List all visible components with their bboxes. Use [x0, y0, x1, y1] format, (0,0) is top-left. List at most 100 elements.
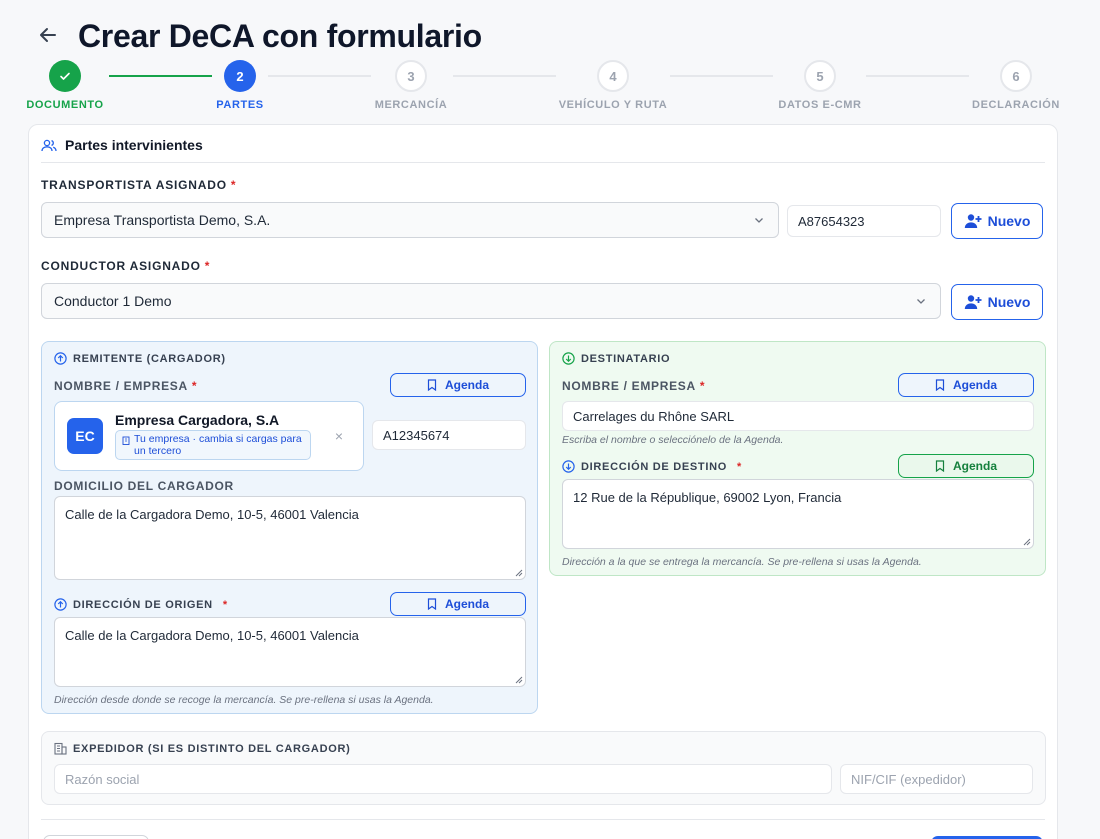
transportista-label: TRANSPORTISTA ASIGNADO * [41, 178, 236, 192]
destinatario-name-hint: Escriba el nombre o selecciónelo de la A… [562, 434, 784, 446]
transportista-label-text: TRANSPORTISTA ASIGNADO [41, 178, 227, 192]
check-icon [60, 72, 70, 80]
conductor-select[interactable]: Conductor 1 Demo [41, 283, 941, 319]
add-user-icon [964, 295, 982, 309]
step-2-label: PARTES [216, 99, 264, 111]
origen-textarea[interactable]: Calle de la Cargadora Demo, 10-5, 46001 … [54, 617, 526, 687]
company-tag: Tu empresa · cambia si cargas para un te… [115, 430, 311, 460]
origen-value: Calle de la Cargadora Demo, 10-5, 46001 … [65, 628, 359, 643]
remitente-title-text: REMITENTE (CARGADOR) [73, 352, 226, 365]
step-connector [268, 75, 371, 77]
company-avatar: EC [67, 418, 103, 454]
domicilio-label: DOMICILIO DEL CARGADOR [54, 479, 234, 493]
page-header: Crear DeCA con formulario [38, 16, 482, 56]
step-3-label: MERCANCÍA [374, 99, 448, 111]
card-header: Partes intervinientes [41, 137, 1045, 163]
expedidor-title: EXPEDIDOR (SI ES DISTINTO DEL CARGADOR) [54, 742, 350, 755]
destinatario-name-label-text: NOMBRE / EMPRESA [562, 379, 696, 393]
expedidor-panel: EXPEDIDOR (SI ES DISTINTO DEL CARGADOR) … [41, 731, 1046, 805]
building-icon [122, 436, 130, 445]
resize-handle-icon[interactable] [1023, 538, 1031, 546]
remitente-nif-input[interactable]: A12345674 [372, 420, 526, 450]
expedidor-title-text: EXPEDIDOR (SI ES DISTINTO DEL CARGADOR) [73, 742, 351, 755]
resize-handle-icon[interactable] [515, 569, 523, 577]
bookmark-icon [427, 379, 437, 391]
footer-divider [41, 819, 1045, 820]
transportista-selected-value: Empresa Transportista Demo, S.A. [54, 212, 271, 228]
page-title: Crear DeCA con formulario [78, 17, 482, 54]
remitente-name-label-text: NOMBRE / EMPRESA [54, 379, 188, 393]
arrow-down-circle-icon [562, 460, 575, 473]
new-conductor-button[interactable]: Nuevo [951, 284, 1043, 320]
required-mark: * [699, 379, 706, 393]
expedidor-nif-input[interactable]: NIF/CIF (expedidor) [840, 764, 1033, 794]
arrow-up-circle-icon [54, 598, 67, 611]
destinatario-title-text: DESTINATARIO [581, 352, 671, 365]
origen-label-text: DIRECCIÓN DE ORIGEN [73, 598, 213, 611]
bookmark-icon [935, 460, 945, 472]
origen-agenda-button[interactable]: Agenda [390, 592, 526, 616]
resize-handle-icon[interactable] [515, 676, 523, 684]
origen-hint: Dirección desde donde se recoge la merca… [54, 694, 434, 706]
expedidor-razon-input[interactable]: Razón social [54, 764, 832, 794]
step-5-label: DATOS E-CMR [778, 99, 862, 111]
remitente-panel: REMITENTE (CARGADOR) NOMBRE / EMPRESA * A… [41, 341, 538, 714]
destino-agenda-label: Agenda [952, 459, 997, 473]
step-6-label: DECLARACIÓN [972, 99, 1060, 111]
step-connector [866, 75, 969, 77]
chevron-down-icon [917, 299, 925, 304]
remitente-agenda-label: Agenda [444, 378, 489, 392]
destino-textarea[interactable]: 12 Rue de la République, 69002 Lyon, Fra… [562, 479, 1034, 549]
destinatario-panel: DESTINATARIO NOMBRE / EMPRESA * Agenda Ca… [549, 341, 1046, 576]
domicilio-value: Calle de la Cargadora Demo, 10-5, 46001 … [65, 507, 359, 522]
required-mark: * [230, 178, 237, 192]
destinatario-agenda-button[interactable]: Agenda [898, 373, 1034, 397]
card-title: Partes intervinientes [65, 137, 203, 153]
bookmark-icon [935, 379, 945, 391]
new-transportista-button[interactable]: Nuevo [951, 203, 1043, 239]
step-4-label: VEHÍCULO Y RUTA [558, 99, 668, 111]
step-1-circle[interactable] [49, 60, 81, 92]
remitente-company-card[interactable]: EC Empresa Cargadora, S.A Tu empresa · c… [54, 401, 364, 471]
step-connector [453, 75, 556, 77]
remove-company-icon[interactable]: × [335, 428, 343, 444]
conductor-label: CONDUCTOR ASIGNADO * [41, 259, 210, 273]
domicilio-textarea[interactable]: Calle de la Cargadora Demo, 10-5, 46001 … [54, 496, 526, 580]
users-icon [41, 139, 57, 152]
remitente-title: REMITENTE (CARGADOR) [54, 352, 226, 365]
step-1-label: DOCUMENTO [26, 99, 104, 111]
parties-card: Partes intervinientes TRANSPORTISTA ASIG… [28, 124, 1058, 839]
destinatario-name-label: NOMBRE / EMPRESA * [562, 379, 705, 393]
remitente-agenda-button[interactable]: Agenda [390, 373, 526, 397]
step-2-circle[interactable]: 2 [224, 60, 256, 92]
origen-label: DIRECCIÓN DE ORIGEN * [54, 598, 228, 611]
destinatario-agenda-label: Agenda [952, 378, 997, 392]
arrow-down-circle-icon [562, 352, 575, 365]
destinatario-title: DESTINATARIO [562, 352, 670, 365]
step-5-circle[interactable]: 5 [804, 60, 836, 92]
new-conductor-label: Nuevo [987, 294, 1031, 310]
transportista-nif-input[interactable]: A87654323 [787, 205, 941, 237]
step-3-circle[interactable]: 3 [395, 60, 427, 92]
required-mark: * [737, 460, 742, 473]
step-4-circle[interactable]: 4 [597, 60, 629, 92]
conductor-label-text: CONDUCTOR ASIGNADO [41, 259, 201, 273]
remitente-name-label: NOMBRE / EMPRESA * [54, 379, 197, 393]
origen-agenda-label: Agenda [444, 597, 489, 611]
conductor-selected-value: Conductor 1 Demo [54, 293, 172, 309]
step-connector [670, 75, 773, 77]
transportista-select[interactable]: Empresa Transportista Demo, S.A. [41, 202, 779, 238]
back-button[interactable] [43, 835, 149, 839]
required-mark: * [191, 379, 198, 393]
destino-label: DIRECCIÓN DE DESTINO * [562, 460, 742, 473]
back-arrow-icon[interactable] [38, 25, 60, 47]
destinatario-name-input[interactable]: Carrelages du Rhône SARL [562, 401, 1034, 431]
stepper: DOCUMENTO 2 PARTES 3 MERCANCÍA 4 VEHÍCUL… [0, 60, 1100, 116]
destino-agenda-button[interactable]: Agenda [898, 454, 1034, 478]
step-6-circle[interactable]: 6 [1000, 60, 1032, 92]
add-user-icon [964, 214, 982, 228]
required-mark: * [222, 598, 228, 611]
required-mark: * [204, 259, 211, 273]
destino-hint: Dirección a la que se entrega la mercanc… [562, 556, 922, 568]
new-transportista-label: Nuevo [987, 213, 1031, 229]
